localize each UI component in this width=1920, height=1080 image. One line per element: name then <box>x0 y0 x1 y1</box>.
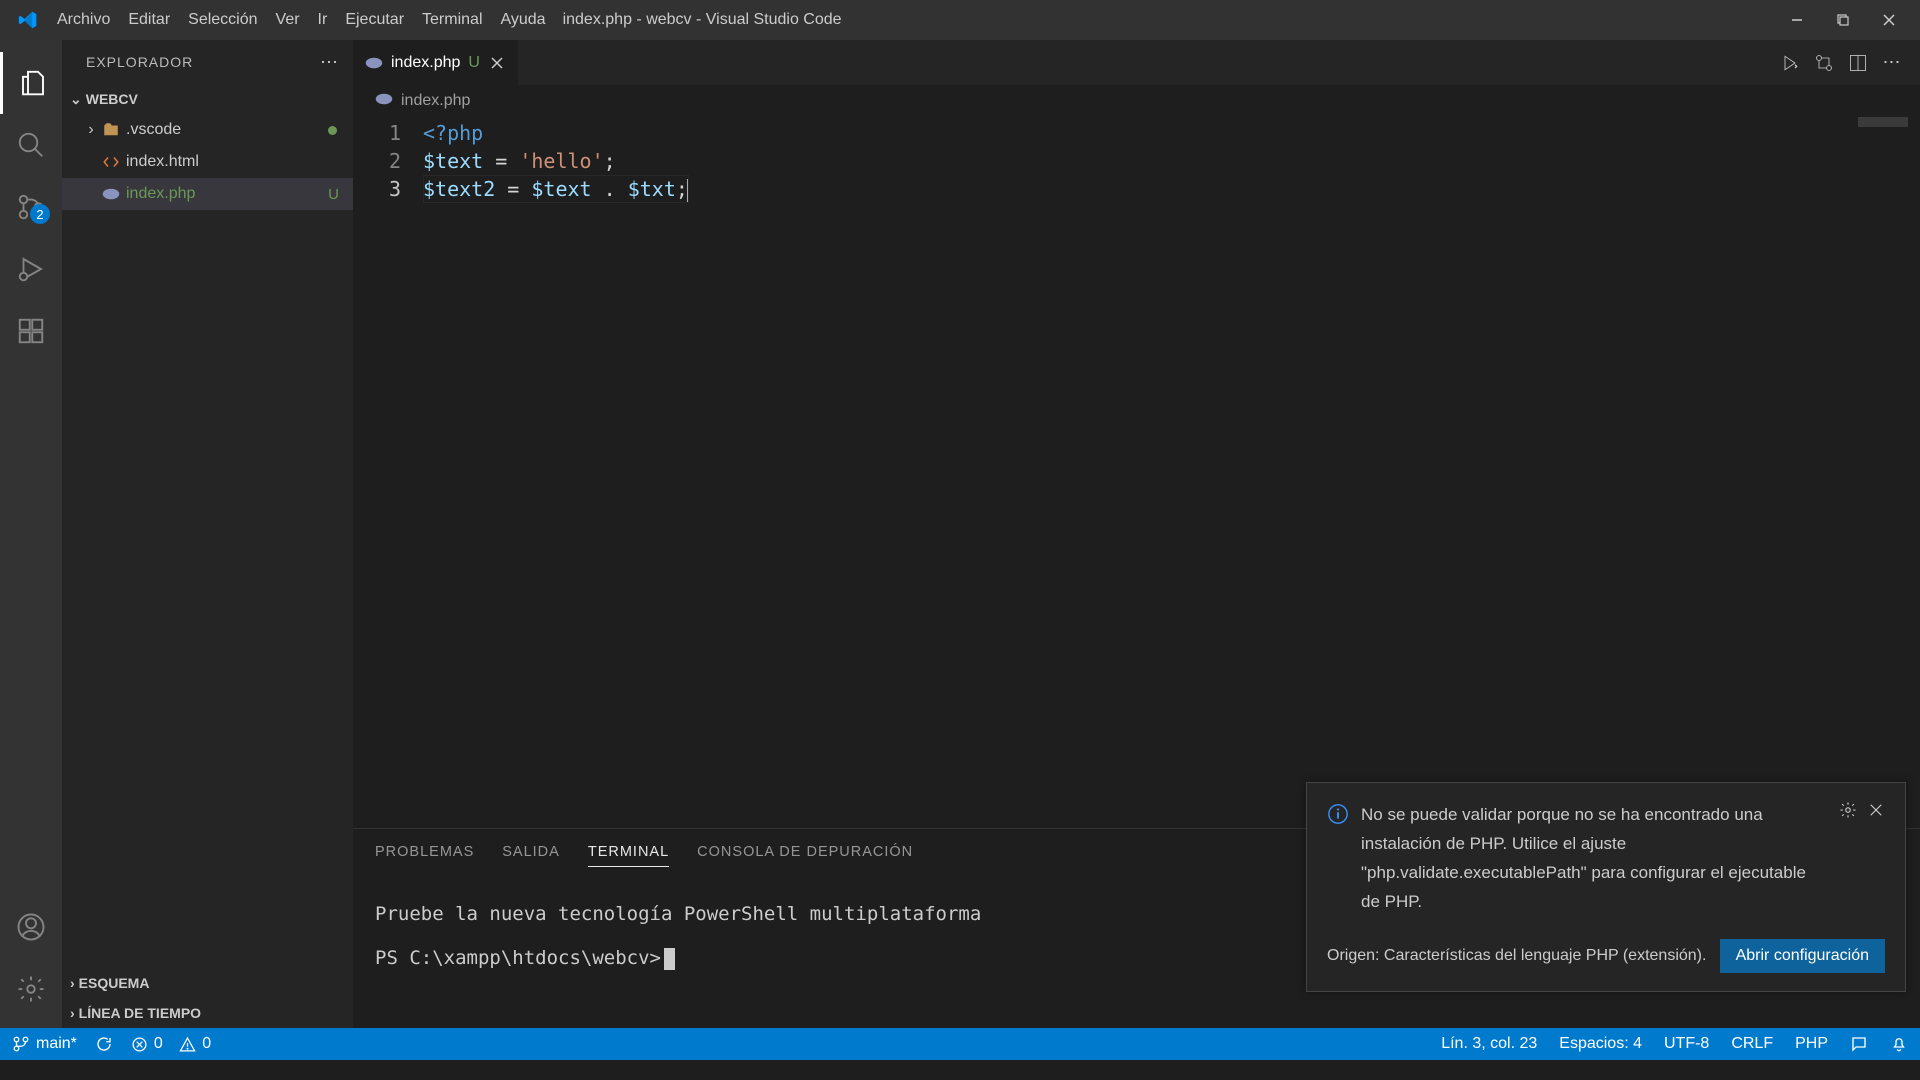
activity-bar: 2 <box>0 40 62 1028</box>
folder-icon <box>100 121 122 139</box>
minimize-button[interactable] <box>1774 0 1820 40</box>
activity-explorer[interactable] <box>0 52 62 114</box>
status-eol[interactable]: CRLF <box>1731 1035 1773 1053</box>
window-title: index.php - webcv - Visual Studio Code <box>563 11 842 29</box>
tree-label: index.php <box>126 185 328 203</box>
notification-gear-icon[interactable] <box>1839 801 1857 917</box>
status-position[interactable]: Lín. 3, col. 23 <box>1441 1035 1537 1053</box>
activity-account[interactable] <box>0 896 62 958</box>
git-untracked-badge: U <box>328 186 339 203</box>
text-cursor <box>687 179 689 203</box>
menu-ir[interactable]: Ir <box>309 7 337 33</box>
tab-git-status: U <box>468 54 480 72</box>
panel-tab-problems[interactable]: PROBLEMAS <box>375 838 474 866</box>
sidebar: EXPLORADOR ⋯ ⌄WEBCV › .vscode index.html… <box>62 40 353 1028</box>
git-modified-dot-icon <box>328 126 337 135</box>
minimap[interactable] <box>1858 117 1908 127</box>
tab-name: index.php <box>391 54 460 72</box>
outline-section[interactable]: ›ESQUEMA <box>62 968 353 998</box>
status-branch[interactable]: main* <box>12 1035 77 1053</box>
editor-tabs: index.php U ⋯ <box>353 40 1920 85</box>
tree-folder-vscode[interactable]: › .vscode <box>62 114 353 146</box>
window-controls <box>1774 0 1912 40</box>
section-label: ESQUEMA <box>79 975 150 991</box>
workspace-header[interactable]: ⌄WEBCV <box>62 84 353 114</box>
tree-label: .vscode <box>126 121 328 139</box>
status-language[interactable]: PHP <box>1795 1035 1828 1053</box>
php-file-icon <box>375 92 393 110</box>
section-label: LÍNEA DE TIEMPO <box>79 1005 201 1021</box>
status-bar: main* 0 0 Lín. 3, col. 23 Espacios: 4 UT… <box>0 1028 1920 1060</box>
panel-tab-debug[interactable]: CONSOLA DE DEPURACIÓN <box>697 838 913 866</box>
breadcrumb[interactable]: index.php <box>353 85 1920 117</box>
breadcrumb-label: index.php <box>401 92 470 110</box>
menu-terminal[interactable]: Terminal <box>413 7 491 33</box>
vscode-logo-icon <box>18 10 38 30</box>
scm-badge: 2 <box>30 204 50 224</box>
notification-text: No se puede validar porque no se ha enco… <box>1361 801 1827 917</box>
menubar: Archivo Editar Selección Ver Ir Ejecutar… <box>48 7 555 33</box>
open-settings-button[interactable]: Abrir configuración <box>1720 939 1885 973</box>
titlebar: Archivo Editar Selección Ver Ir Ejecutar… <box>0 0 1920 40</box>
panel-tab-output[interactable]: SALIDA <box>502 838 560 866</box>
activity-search[interactable] <box>0 114 62 176</box>
status-spaces[interactable]: Espacios: 4 <box>1559 1035 1642 1053</box>
menu-archivo[interactable]: Archivo <box>48 7 119 33</box>
panel-tab-terminal[interactable]: TERMINAL <box>588 838 669 867</box>
menu-seleccion[interactable]: Selección <box>179 7 266 33</box>
file-tree: › .vscode index.html index.php U <box>62 114 353 210</box>
terminal-cursor <box>664 948 675 970</box>
status-bell-icon[interactable] <box>1890 1035 1908 1053</box>
editor-group: index.php U ⋯ index.php 1 2 3 <?ph <box>353 40 1920 1028</box>
status-sync[interactable] <box>95 1035 113 1053</box>
status-encoding[interactable]: UTF-8 <box>1664 1035 1709 1053</box>
sidebar-title: EXPLORADOR <box>86 54 193 70</box>
tree-file-php[interactable]: index.php U <box>62 178 353 210</box>
activity-scm[interactable]: 2 <box>0 176 62 238</box>
activity-settings[interactable] <box>0 958 62 1020</box>
run-file-icon[interactable] <box>1776 49 1804 77</box>
status-errors[interactable]: 0 0 <box>131 1035 211 1053</box>
tree-label: index.html <box>126 153 353 171</box>
close-button[interactable] <box>1866 0 1912 40</box>
html-file-icon <box>100 153 122 171</box>
tab-close-icon[interactable] <box>488 54 506 72</box>
menu-ver[interactable]: Ver <box>267 7 309 33</box>
tree-file-html[interactable]: index.html <box>62 146 353 178</box>
diff-icon[interactable] <box>1810 49 1838 77</box>
maximize-button[interactable] <box>1820 0 1866 40</box>
notification-source: Origen: Características del lenguaje PHP… <box>1327 947 1706 965</box>
php-file-icon <box>365 57 383 69</box>
sidebar-more-icon[interactable]: ⋯ <box>320 52 339 73</box>
split-editor-icon[interactable] <box>1844 49 1872 77</box>
menu-ejecutar[interactable]: Ejecutar <box>336 7 413 33</box>
menu-editar[interactable]: Editar <box>119 7 179 33</box>
activity-extensions[interactable] <box>0 300 62 362</box>
more-actions-icon[interactable]: ⋯ <box>1878 49 1906 77</box>
timeline-section[interactable]: ›LÍNEA DE TIEMPO <box>62 998 353 1028</box>
code-editor[interactable]: 1 2 3 <?php $text = 'hello'; $text2 = $t… <box>353 117 1920 828</box>
status-feedback-icon[interactable] <box>1850 1035 1868 1053</box>
workspace-name: WEBCV <box>86 91 138 107</box>
info-icon <box>1327 803 1349 917</box>
code-content[interactable]: <?php $text = 'hello'; $text2 = $text . … <box>423 117 689 828</box>
notification-close-icon[interactable] <box>1867 801 1885 917</box>
activity-debug[interactable] <box>0 238 62 300</box>
php-file-icon <box>100 188 122 200</box>
notification-toast: No se puede validar porque no se ha enco… <box>1306 782 1906 992</box>
tab-index-php[interactable]: index.php U <box>353 40 518 85</box>
line-gutter: 1 2 3 <box>353 117 423 828</box>
menu-ayuda[interactable]: Ayuda <box>492 7 555 33</box>
